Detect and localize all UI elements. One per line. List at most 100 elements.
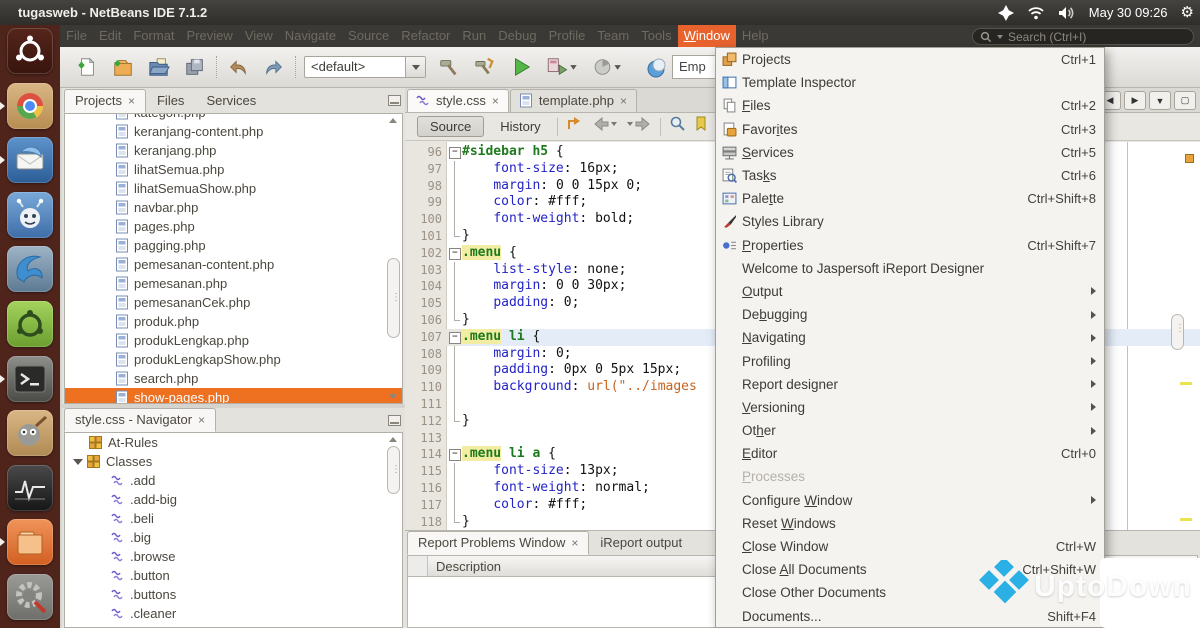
volume-icon[interactable] <box>1058 6 1076 20</box>
window-menu-item-navigating[interactable]: Navigating <box>716 326 1104 349</box>
clock[interactable]: May 30 09:26 <box>1089 5 1168 20</box>
scroll-tabs-right-icon[interactable]: ▶ <box>1124 91 1146 110</box>
file-row[interactable]: produkLengkapShow.php <box>65 350 402 369</box>
file-row[interactable]: produkLengkap.php <box>65 331 402 350</box>
file-row[interactable]: produk.php <box>65 312 402 331</box>
save-all-button[interactable] <box>182 54 208 80</box>
scroll-up-icon[interactable] <box>389 118 397 123</box>
window-menu-item-palette[interactable]: PaletteCtrl+Shift+8 <box>716 187 1104 210</box>
bookmark-icon[interactable] <box>695 116 707 137</box>
file-row[interactable]: keranjang.php <box>65 141 402 160</box>
menu-tools[interactable]: Tools <box>635 25 677 47</box>
window-menu-item-files[interactable]: FilesCtrl+2 <box>716 94 1104 117</box>
fold-marker[interactable] <box>447 329 462 346</box>
file-row[interactable]: pemesanan-content.php <box>65 255 402 274</box>
menu-format[interactable]: Format <box>127 25 180 47</box>
window-menu-item-welcome-to-jaspersoft-ireport-designer[interactable]: Welcome to Jaspersoft iReport Designer <box>716 257 1104 280</box>
css-class-row[interactable]: .button <box>65 566 402 585</box>
window-menu-item-profiling[interactable]: Profiling <box>716 349 1104 372</box>
menu-team[interactable]: Team <box>591 25 635 47</box>
fold-marker[interactable] <box>447 446 462 463</box>
system-settings-icon[interactable] <box>7 574 53 620</box>
window-menu-item-output[interactable]: Output <box>716 280 1104 303</box>
window-menu-item-favorites[interactable]: FavoritesCtrl+3 <box>716 118 1104 141</box>
projects-scrollbar-thumb[interactable] <box>387 258 400 338</box>
css-class-row[interactable]: .buttons <box>65 585 402 604</box>
blue-swirl-app-icon[interactable] <box>7 246 53 292</box>
ubuntu-software-center-icon[interactable] <box>7 301 53 347</box>
source-view-button[interactable]: Source <box>417 116 484 137</box>
css-class-row[interactable]: .beli <box>65 509 402 528</box>
wifi-icon[interactable] <box>1027 6 1045 20</box>
css-class-row[interactable]: .cleaner <box>65 604 402 623</box>
search-input[interactable]: Search (Ctrl+I) <box>972 28 1194 45</box>
close-icon[interactable]: × <box>128 94 135 108</box>
file-row[interactable]: pemesanan.php <box>65 274 402 293</box>
menu-preview[interactable]: Preview <box>181 25 239 47</box>
editor-tab-style-css[interactable]: style.css× <box>407 89 509 112</box>
editor-tab-template-php[interactable]: template.php× <box>510 89 637 112</box>
window-menu-item-report-designer[interactable]: Report designer <box>716 373 1104 396</box>
session-gear-icon[interactable]: ⚙ <box>1181 0 1194 25</box>
undo-button[interactable] <box>225 54 251 80</box>
open-project-button[interactable] <box>146 54 172 80</box>
navigator-group-row[interactable]: At-Rules <box>65 433 402 452</box>
file-row[interactable]: kategori.php <box>65 113 402 122</box>
menu-window[interactable]: Window <box>678 25 736 47</box>
window-menu-item-debugging[interactable]: Debugging <box>716 303 1104 326</box>
window-menu-item-configure-window[interactable]: Configure Window <box>716 489 1104 512</box>
navigator-scrollbar-thumb[interactable] <box>387 446 400 494</box>
thunderbird-icon[interactable] <box>7 137 53 183</box>
file-row[interactable]: pemesananCek.php <box>65 293 402 312</box>
document-list-icon[interactable]: ▼ <box>1149 91 1171 110</box>
profile-project-button[interactable] <box>590 54 626 80</box>
terminal-icon[interactable] <box>7 356 53 402</box>
tab-files[interactable]: Files <box>146 89 195 113</box>
forward-icon[interactable] <box>626 116 652 137</box>
tab-projects[interactable]: Projects× <box>64 89 146 113</box>
last-edit-location-icon[interactable] <box>566 116 584 137</box>
fold-marker[interactable] <box>447 144 462 161</box>
css-class-row[interactable]: .browse <box>65 547 402 566</box>
menu-run[interactable]: Run <box>456 25 492 47</box>
scroll-down-icon[interactable] <box>389 394 397 399</box>
tab-report-problems-window[interactable]: Report Problems Window× <box>407 531 589 555</box>
new-file-button[interactable] <box>74 54 100 80</box>
ubuntu-dash-icon[interactable] <box>7 28 53 74</box>
editor-scrollbar-thumb[interactable] <box>1171 314 1184 350</box>
navigator-group-row[interactable]: Classes <box>65 452 402 471</box>
history-view-button[interactable]: History <box>492 117 548 136</box>
menu-refactor[interactable]: Refactor <box>395 25 456 47</box>
error-stripe-mark[interactable] <box>1185 154 1194 163</box>
file-row[interactable]: keranjang-content.php <box>65 122 402 141</box>
error-stripe-mark[interactable] <box>1180 518 1192 521</box>
window-menu-item-versioning[interactable]: Versioning <box>716 396 1104 419</box>
file-manager-icon[interactable] <box>7 519 53 565</box>
window-menu-item-editor[interactable]: EditorCtrl+0 <box>716 442 1104 465</box>
minimize-navigator-panel-icon[interactable] <box>388 415 401 426</box>
description-column-header[interactable]: Description <box>428 559 501 574</box>
clean-build-project-button[interactable] <box>472 54 498 80</box>
run-configuration-dropdown-icon[interactable] <box>405 57 425 77</box>
menu-debug[interactable]: Debug <box>492 25 542 47</box>
menu-navigate[interactable]: Navigate <box>279 25 342 47</box>
file-row[interactable]: lihatSemua.php <box>65 160 402 179</box>
window-menu-item-properties[interactable]: PropertiesCtrl+Shift+7 <box>716 234 1104 257</box>
window-menu-item-styles-library[interactable]: Styles Library <box>716 210 1104 233</box>
menu-file[interactable]: File <box>60 25 93 47</box>
close-icon[interactable]: × <box>620 94 627 108</box>
gimp-icon[interactable] <box>7 410 53 456</box>
window-menu-item-other[interactable]: Other <box>716 419 1104 442</box>
run-project-button[interactable] <box>508 54 534 80</box>
maximize-window-icon[interactable]: ▢ <box>1174 91 1196 110</box>
debug-project-button[interactable] <box>544 54 580 80</box>
file-row[interactable]: navbar.php <box>65 198 402 217</box>
window-menu-item-projects[interactable]: ProjectsCtrl+1 <box>716 48 1104 71</box>
tab-services[interactable]: Services <box>195 89 267 113</box>
chromium-browser-icon[interactable] <box>7 83 53 129</box>
scroll-up-icon[interactable] <box>389 437 397 442</box>
minimize-projects-panel-icon[interactable] <box>388 95 401 106</box>
tab-navigator[interactable]: style.css - Navigator × <box>64 408 216 432</box>
file-row[interactable]: search.php <box>65 369 402 388</box>
window-menu-item-tasks[interactable]: TasksCtrl+6 <box>716 164 1104 187</box>
